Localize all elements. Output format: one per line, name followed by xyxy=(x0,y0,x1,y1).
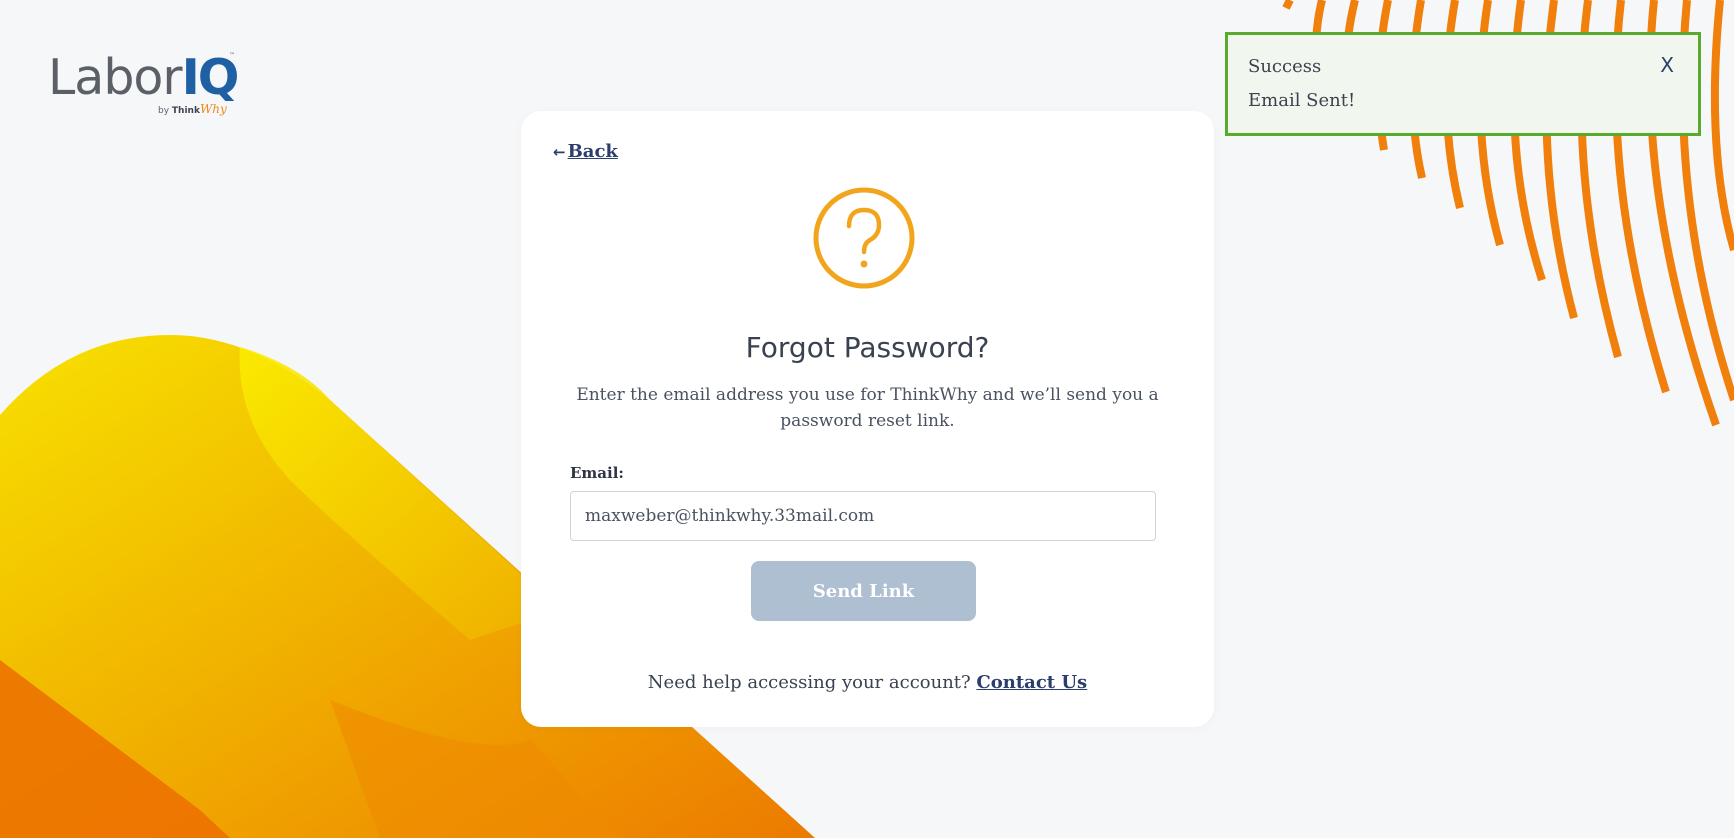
email-label: Email: xyxy=(570,464,624,482)
toast-close-button[interactable]: X xyxy=(1660,53,1674,77)
toast-title: Success xyxy=(1248,56,1322,77)
forgot-password-card: ← Back Forgot Password? Enter the email … xyxy=(521,111,1214,727)
logo-labor-text: Labor xyxy=(48,49,183,106)
logo-wordmark: LaborIQ xyxy=(48,49,239,106)
question-circle-icon xyxy=(813,187,915,289)
toast-message: Email Sent! xyxy=(1248,90,1356,111)
logo-by-text: by xyxy=(158,106,170,116)
success-toast: Success Email Sent! X xyxy=(1225,32,1701,136)
send-link-button[interactable]: Send Link xyxy=(751,561,976,621)
contact-us-link[interactable]: Contact Us xyxy=(976,672,1087,693)
help-text: Need help accessing your account? xyxy=(647,672,971,693)
logo-think-text: Think xyxy=(171,106,200,116)
logo-why-text: Why xyxy=(199,102,227,116)
page-title: Forgot Password? xyxy=(745,331,990,364)
email-field[interactable] xyxy=(570,491,1156,541)
logo-byline: by ThinkWhy xyxy=(158,102,227,116)
back-link[interactable]: ← Back xyxy=(553,141,618,162)
back-arrow-icon: ← xyxy=(553,142,566,161)
back-label: Back xyxy=(567,141,618,162)
logo-trademark: ™ xyxy=(229,52,235,59)
help-row: Need help accessing your account? Contac… xyxy=(521,672,1214,693)
instructions-text: Enter the email address you use for Thin… xyxy=(576,385,1159,431)
laboriq-logo[interactable]: LaborIQ ™ by ThinkWhy xyxy=(48,52,248,132)
